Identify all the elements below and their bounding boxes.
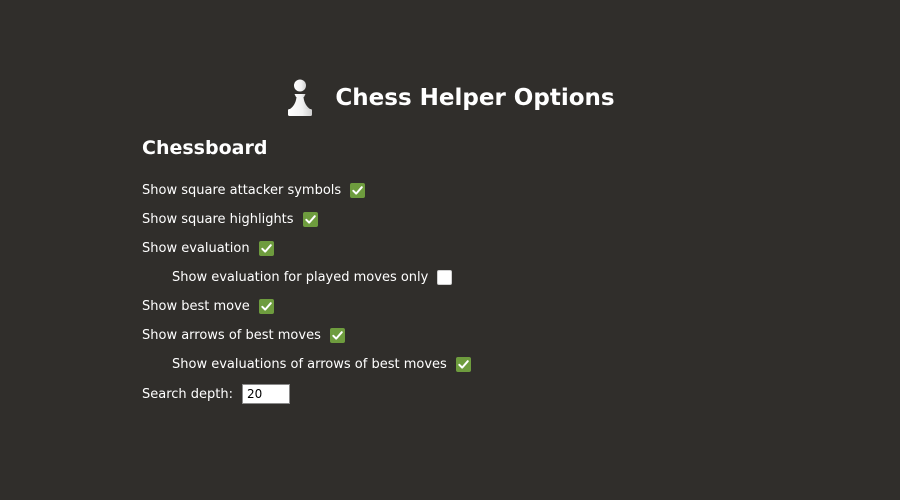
page-header: Chess Helper Options [0,76,900,120]
option-label: Show arrows of best moves [142,327,321,343]
section-title-chessboard: Chessboard [142,137,268,159]
checkmark-icon [332,330,343,340]
checkmark-icon [261,301,272,311]
option-row-arrows-best-moves: Show arrows of best moves [142,325,345,345]
arrows-best-moves-checkbox[interactable] [329,327,345,343]
option-label: Show evaluation [142,240,250,256]
show-best-move-checkbox[interactable] [258,298,274,314]
option-row-search-depth: Search depth: [142,384,291,404]
option-row-evaluation-played-moves-only: Show evaluation for played moves only [172,267,453,287]
search-depth-input[interactable] [242,384,291,404]
checkmark-icon [352,185,363,195]
checkmark-icon [458,359,469,369]
option-row-square-highlights: Show square highlights [142,209,318,229]
option-label: Show square attacker symbols [142,182,342,198]
checkmark-icon [304,214,316,224]
option-row-evaluations-of-arrows: Show evaluations of arrows of best moves [172,354,471,374]
page-title: Chess Helper Options [335,85,615,111]
square-highlights-checkbox[interactable] [302,211,318,227]
search-depth-label: Search depth: [142,386,234,402]
option-label: Show evaluation for played moves only [172,269,429,285]
option-label: Show best move [142,298,250,314]
option-label: Show square highlights [142,211,294,227]
option-row-best-move: Show best move [142,296,274,316]
checkmark-icon [260,243,272,253]
chess-pawn-icon [288,79,313,116]
evaluations-of-arrows-checkbox[interactable] [455,356,471,372]
show-evaluation-checkbox[interactable] [258,240,274,256]
option-row-square-attacker-symbols: Show square attacker symbols [142,180,366,200]
square-attacker-symbols-checkbox[interactable] [350,182,366,198]
option-label: Show evaluations of arrows of best moves [172,356,447,372]
evaluation-played-moves-only-checkbox[interactable] [437,269,453,285]
option-row-evaluation: Show evaluation [142,238,274,258]
